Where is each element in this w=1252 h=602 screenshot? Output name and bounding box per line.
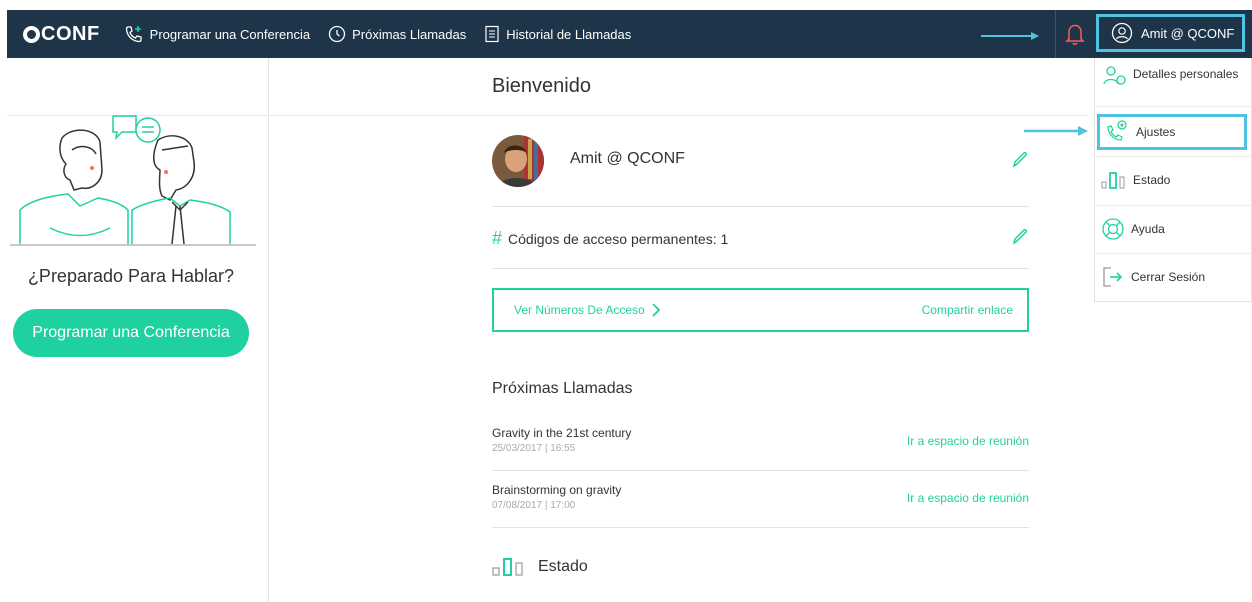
menu-divider — [1095, 156, 1251, 157]
menu-item-help[interactable]: Ayuda — [1095, 215, 1251, 243]
edit-pencil-icon[interactable] — [1011, 228, 1029, 246]
go-to-meeting-link[interactable]: Ir a espacio de reunión — [907, 491, 1029, 505]
logout-icon — [1103, 267, 1123, 287]
menu-item-logout[interactable]: Cerrar Sesión — [1095, 263, 1251, 291]
nav-schedule-conference[interactable]: Programar una Conferencia — [124, 24, 310, 44]
view-access-numbers-link[interactable]: Ver Números De Acceso — [514, 303, 661, 317]
view-access-numbers-label: Ver Números De Acceso — [514, 303, 645, 317]
menu-item-label: Ajustes — [1136, 125, 1176, 139]
menu-item-settings[interactable]: Ajustes — [1097, 114, 1247, 150]
menu-item-label: Detalles personales — [1133, 67, 1239, 81]
menu-item-label: Ayuda — [1131, 222, 1165, 236]
share-link-button[interactable]: Compartir enlace — [922, 303, 1013, 317]
page-title: Bienvenido — [492, 75, 591, 97]
user-dropdown-menu: Detalles personales Ajustes Estado Ayuda — [1094, 58, 1252, 302]
menu-divider — [1095, 106, 1251, 107]
chevron-right-icon — [652, 303, 661, 317]
nav-schedule-label: Programar una Conferencia — [149, 26, 311, 42]
user-avatar-icon — [1111, 22, 1133, 44]
status-bars-icon — [492, 558, 523, 576]
divider — [492, 527, 1029, 528]
arrow-right-annotation — [981, 32, 1039, 40]
divider — [492, 206, 1029, 207]
logo-text: CONF — [41, 22, 100, 45]
meeting-row: Brainstorming on gravity 07/08/2017 | 17… — [492, 483, 1029, 529]
menu-item-personal-details[interactable]: Detalles personales — [1095, 64, 1251, 106]
divider — [492, 470, 1029, 471]
person-icon — [1103, 66, 1126, 85]
phone-plus-icon — [125, 26, 142, 43]
upcoming-calls-heading: Próximas Llamadas — [492, 380, 633, 397]
top-nav-bar: CONF Programar una Conferencia Próximas … — [7, 10, 1252, 58]
edit-pencil-icon[interactable] — [1011, 151, 1029, 169]
status-bars-icon — [1101, 172, 1125, 189]
menu-item-status[interactable]: Estado — [1095, 166, 1251, 194]
menu-divider — [1095, 205, 1251, 206]
nav-history-label: Historial de Llamadas — [506, 26, 632, 42]
user-label: Amit @ QCONF — [1141, 25, 1235, 41]
logo-q-mark — [23, 25, 40, 43]
menu-item-label: Cerrar Sesión — [1131, 270, 1206, 284]
meeting-row: Gravity in the 21st century 25/03/2017 |… — [492, 426, 1029, 472]
nav-upcoming-calls[interactable]: Próximas Llamadas — [328, 25, 466, 43]
bell-icon[interactable] — [1065, 22, 1085, 46]
ready-to-talk-heading: ¿Preparado Para Hablar? — [27, 266, 235, 286]
help-lifebuoy-icon — [1102, 218, 1124, 240]
menu-item-label: Estado — [1133, 173, 1171, 187]
hash-icon: # — [492, 228, 503, 248]
profile-name: Amit @ QCONF — [570, 150, 685, 167]
main-header-divider — [270, 115, 1088, 116]
access-codes-row: # Códigos de acceso permanentes: 1 — [492, 228, 728, 249]
document-icon — [485, 25, 499, 43]
go-to-meeting-link[interactable]: Ir a espacio de reunión — [907, 434, 1029, 448]
two-people-chat-illustration — [19, 115, 231, 244]
access-numbers-box: Ver Números De Acceso Compartir enlace — [492, 288, 1029, 332]
divider — [492, 268, 1029, 269]
access-codes-label: Códigos de acceso permanentes: 1 — [508, 230, 729, 247]
settings-icon — [1107, 120, 1127, 141]
nav-call-history[interactable]: Historial de Llamadas — [484, 25, 631, 43]
user-menu-button[interactable]: Amit @ QCONF — [1096, 14, 1245, 52]
schedule-conference-button[interactable]: Programar una Conferencia — [13, 309, 249, 357]
arrow-right-annotation — [1024, 126, 1088, 136]
status-section-heading: Estado — [492, 557, 588, 577]
nav-upcoming-label: Próximas Llamadas — [352, 26, 467, 42]
profile-avatar[interactable] — [492, 135, 544, 187]
menu-divider — [1095, 253, 1251, 254]
app-logo[interactable]: CONF — [23, 23, 100, 46]
clock-icon — [328, 25, 346, 43]
topbar-divider — [1055, 10, 1056, 58]
status-title: Estado — [538, 558, 588, 575]
illustration-baseline — [10, 244, 256, 246]
